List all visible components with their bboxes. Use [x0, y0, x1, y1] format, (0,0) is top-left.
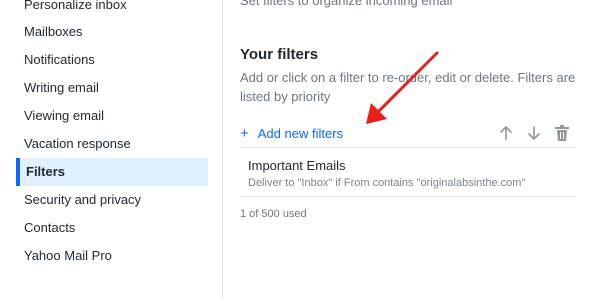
add-new-filters-label: Add new filters: [257, 126, 344, 141]
sidebar-item-personalize-inbox[interactable]: Personalize inbox: [16, 0, 208, 19]
sidebar-item-security-and-privacy[interactable]: Security and privacy: [16, 186, 208, 214]
add-new-filters-button[interactable]: + Add new filters: [240, 125, 343, 142]
sidebar-item-notifications[interactable]: Notifications: [16, 46, 208, 74]
sidebar-item-viewing-email[interactable]: Viewing email: [16, 102, 208, 130]
sidebar-item-vacation-response[interactable]: Vacation response: [16, 130, 208, 158]
page-description: Set filters to organize incoming email: [240, 0, 453, 8]
sidebar-item-filters[interactable]: Filters: [16, 158, 208, 186]
filters-toolbar: + Add new filters: [240, 121, 575, 148]
arrow-up-icon[interactable]: [497, 124, 515, 142]
filter-description: Deliver to "Inbox" if From contains "ori…: [248, 177, 526, 189]
settings-sidebar: Personalize inbox Mailboxes Notification…: [0, 0, 222, 300]
section-title: Your filters: [240, 46, 319, 63]
filter-name: Important Emails: [248, 158, 346, 173]
plus-icon: +: [240, 125, 249, 142]
filters-panel: Set filters to organize incoming email Y…: [223, 0, 600, 300]
filters-usage-count: 1 of 500 used: [240, 208, 307, 220]
filter-row[interactable]: Important Emails Deliver to "Inbox" if F…: [240, 150, 575, 197]
trash-icon[interactable]: [553, 124, 571, 142]
section-description: Add or click on a filter to re-order, ed…: [240, 70, 576, 104]
sidebar-item-writing-email[interactable]: Writing email: [16, 74, 208, 102]
sidebar-item-contacts[interactable]: Contacts: [16, 214, 208, 242]
sidebar-item-mailboxes[interactable]: Mailboxes: [16, 18, 208, 46]
sidebar-item-yahoo-mail-pro[interactable]: Yahoo Mail Pro: [16, 242, 208, 270]
arrow-down-icon[interactable]: [525, 124, 543, 142]
